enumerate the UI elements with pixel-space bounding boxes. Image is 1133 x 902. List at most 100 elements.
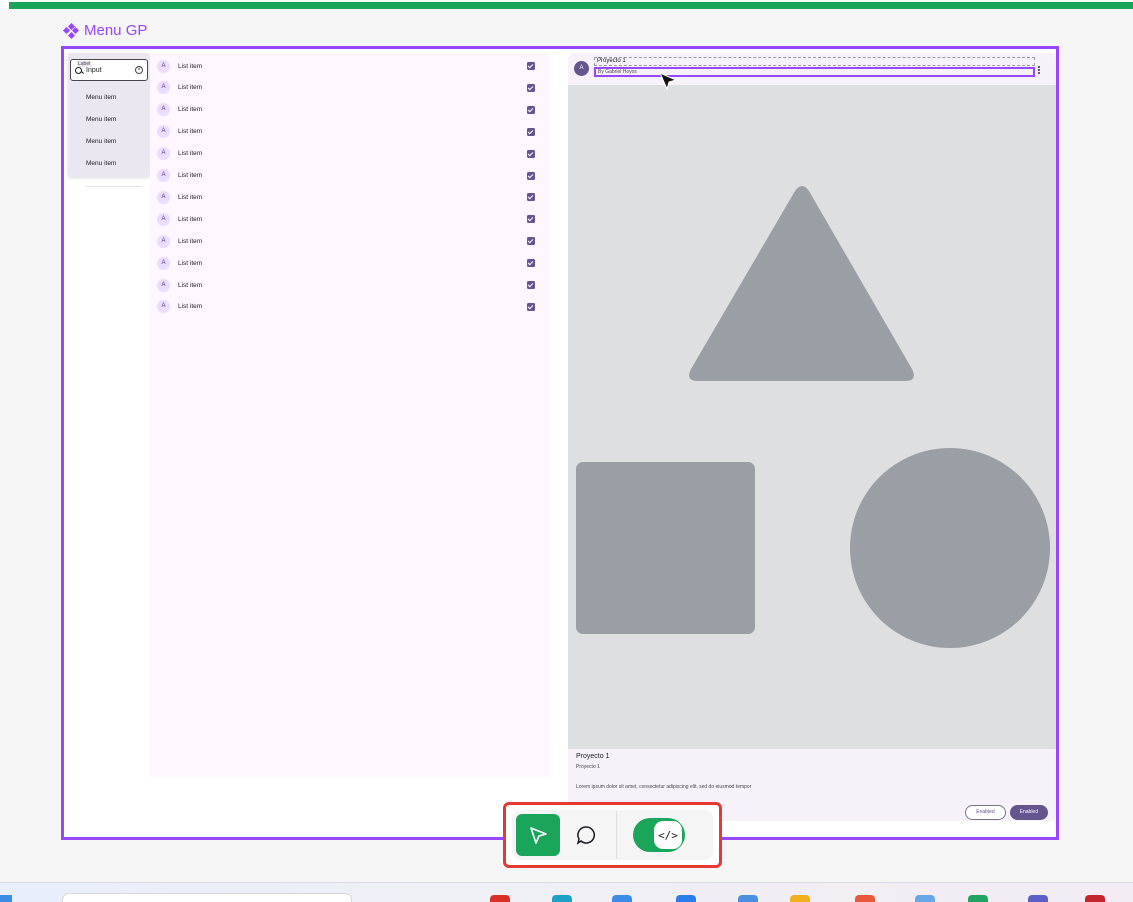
comment-tool-button[interactable] (564, 814, 608, 856)
checkbox[interactable] (527, 215, 535, 224)
app-title: Menu GP (84, 22, 148, 39)
search-input[interactable]: Label Input × (70, 59, 148, 81)
avatar: A (157, 59, 170, 73)
taskbar-app-icon[interactable] (552, 895, 572, 902)
more-vert-icon[interactable] (1038, 66, 1040, 74)
menu-item[interactable]: Menu item (68, 131, 150, 153)
taskbar-app-icon[interactable] (738, 895, 758, 902)
square-shape (576, 462, 755, 634)
list-item[interactable]: A List item (150, 99, 550, 121)
checkbox[interactable] (527, 237, 535, 246)
clear-icon[interactable]: × (135, 66, 143, 74)
design-frame: Label Input × Menu item Menu item Menu i… (61, 46, 1059, 840)
taskbar-app-icon[interactable] (612, 895, 632, 902)
list-item[interactable]: A List item (150, 165, 550, 187)
avatar: A (157, 256, 170, 270)
circle-shape (850, 448, 1050, 648)
avatar: A (157, 169, 170, 182)
taskbar-app-icon[interactable] (790, 895, 810, 902)
checkbox[interactable] (527, 171, 535, 180)
search-value: Input (86, 66, 102, 74)
list-item-label: List item (178, 172, 203, 179)
menu-item[interactable]: Menu item (68, 109, 150, 131)
pointer-tool-button[interactable] (516, 814, 560, 856)
taskbar-app-icon[interactable] (490, 895, 510, 902)
triangle-shape (689, 186, 914, 381)
toolbar-separator (616, 811, 617, 859)
avatar: A (157, 212, 170, 226)
list-item[interactable]: A List item (150, 186, 550, 208)
divider (86, 186, 142, 187)
list-panel: A List item A List item A List item A List item… (150, 53, 550, 777)
mouse-cursor-icon (659, 72, 678, 91)
list-item[interactable]: A List item (150, 252, 550, 274)
top-accent-bar (0, 0, 1133, 9)
list-item-label: List item (178, 259, 203, 267)
taskbar-app-icon[interactable] (855, 895, 875, 902)
list-item[interactable]: A List item (150, 274, 550, 296)
card-subtitle: Proyecto 1 (576, 764, 600, 770)
taskbar-app-icon[interactable] (968, 895, 988, 902)
list-item-label: List item (178, 303, 203, 311)
checkbox[interactable] (527, 193, 535, 202)
avatar: A (157, 234, 170, 248)
taskbar-app-icon[interactable] (676, 895, 696, 902)
checkbox[interactable] (527, 302, 535, 311)
list-item[interactable]: A List item (150, 55, 550, 77)
avatar: A (157, 147, 170, 161)
list-item-label: List item (178, 128, 203, 136)
comment-icon (576, 826, 596, 845)
card-header-title[interactable]: Proyecto 1 (594, 57, 1035, 66)
checkbox[interactable] (527, 127, 535, 136)
card-body-text: Lorem ipsum dolor sit amet, consectetur … (576, 784, 752, 790)
windows-start-icon[interactable] (0, 895, 12, 902)
avatar: A (157, 125, 170, 139)
list-item-label: List item (178, 193, 203, 201)
navigation-rail: Label Input × Menu item Menu item Menu i… (68, 53, 150, 177)
list-item-label: List item (178, 237, 203, 245)
taskbar-app-icon[interactable] (1028, 895, 1048, 902)
avatar: A (157, 300, 170, 314)
list-item[interactable]: A List item (150, 143, 550, 165)
project-card: A Proyecto 1 By Gabriel Hoyos Proyecto 1… (568, 53, 1056, 821)
list-item[interactable]: A List item (150, 230, 550, 252)
list-item[interactable]: A List item (150, 296, 550, 318)
list-item-label: List item (178, 62, 203, 70)
menu-item[interactable]: Menu item (68, 153, 150, 175)
os-taskbar (0, 882, 1133, 902)
taskbar-app-icon[interactable] (1085, 895, 1105, 902)
list-item[interactable]: A List item (150, 77, 550, 99)
avatar: A (157, 103, 170, 117)
taskbar-search-input[interactable] (62, 893, 352, 902)
list-item-label: List item (178, 150, 203, 158)
list-item-label: List item (178, 84, 203, 92)
card-actions: Enabled Enabled (965, 805, 1048, 820)
checkbox[interactable] (527, 83, 535, 92)
outlined-button[interactable]: Enabled (965, 805, 1006, 820)
code-mode-toggle[interactable]: </> (633, 818, 685, 852)
card-title: Proyecto 1 (576, 753, 610, 760)
taskbar-app-icon[interactable] (915, 895, 935, 902)
toolbar-inner: </> (512, 810, 713, 860)
card-header: A Proyecto 1 By Gabriel Hoyos (568, 53, 1056, 85)
filled-button[interactable]: Enabled (1009, 805, 1048, 820)
search-icon (75, 66, 82, 74)
checkbox[interactable] (527, 105, 535, 114)
code-icon: </> (654, 821, 682, 849)
list-item[interactable]: A List item (150, 208, 550, 230)
avatar: A (157, 190, 170, 204)
checkbox[interactable] (527, 259, 535, 268)
app-header: Menu GP (62, 22, 148, 39)
menu-list: Menu item Menu item Menu item Menu item (68, 87, 150, 175)
menu-item[interactable]: Menu item (68, 87, 150, 109)
checkbox[interactable] (527, 281, 535, 289)
checkbox[interactable] (527, 149, 535, 158)
list-item-label: List item (178, 281, 203, 289)
avatar: A (574, 61, 589, 76)
checkbox[interactable] (527, 62, 535, 70)
list-item-label: List item (178, 106, 203, 114)
bottom-toolbar: </> (503, 802, 722, 868)
component-icon (62, 22, 80, 39)
list-item[interactable]: A List item (150, 121, 550, 143)
avatar: A (157, 278, 170, 292)
